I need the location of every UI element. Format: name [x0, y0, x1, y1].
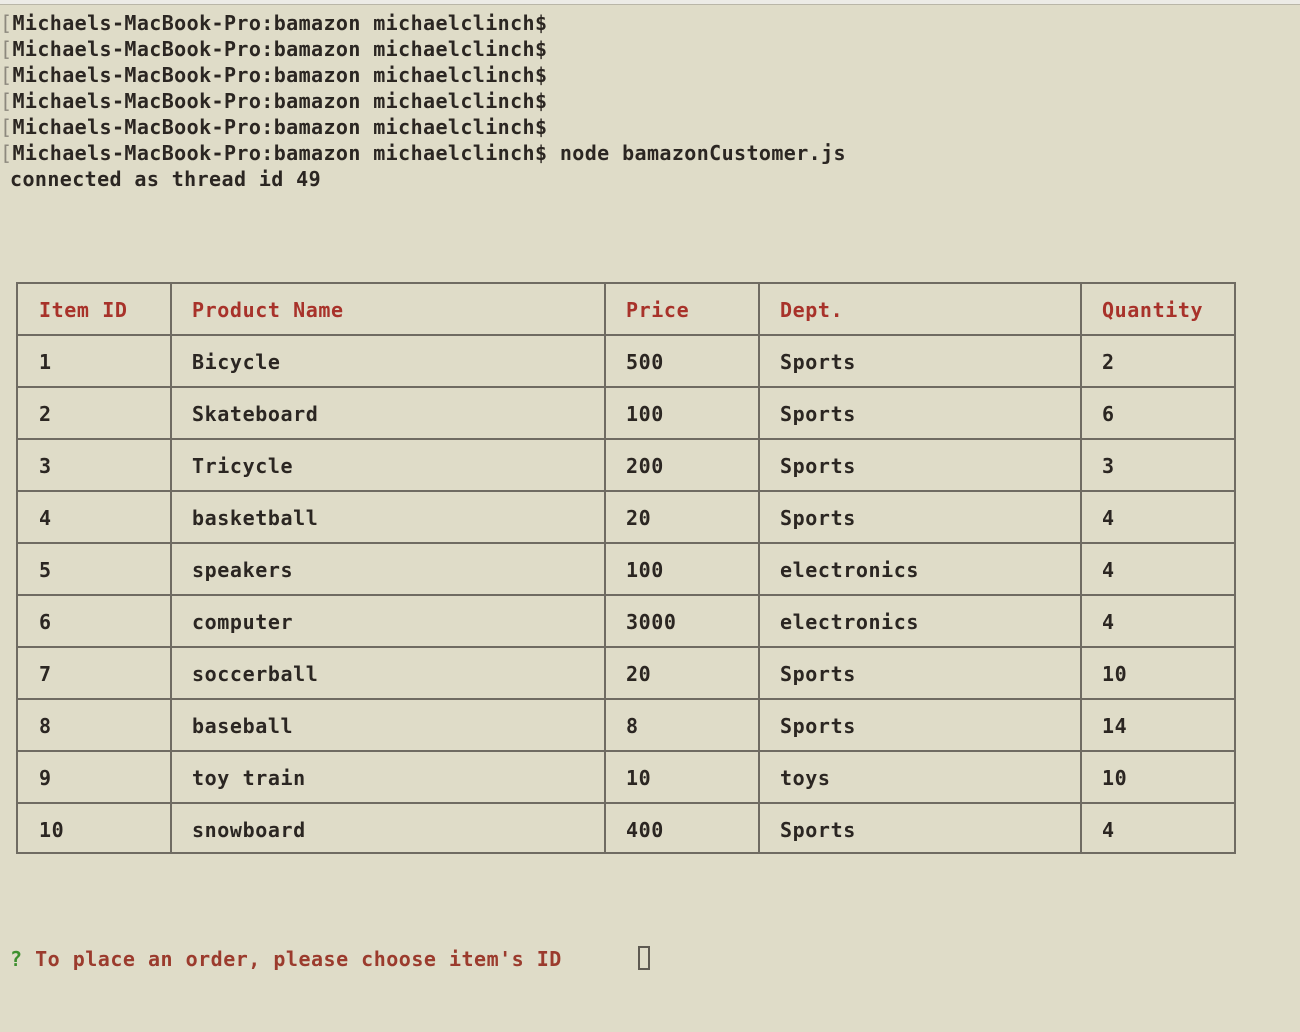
- header-price: Price: [626, 298, 690, 322]
- shell-prompt-text: Michaels-MacBook-Pro:bamazon michaelclin…: [12, 115, 548, 139]
- bracket-glyph: [: [0, 63, 13, 87]
- header-quantity: Quantity: [1102, 298, 1204, 322]
- cell-item-id: 9: [39, 766, 52, 790]
- cell-quantity: 4: [1102, 610, 1115, 634]
- header-product-name: Product Name: [192, 298, 344, 322]
- cell-dept: Sports: [780, 506, 856, 530]
- shell-prompt-text: Michaels-MacBook-Pro:bamazon michaelclin…: [12, 89, 548, 113]
- header-item-id: Item ID: [39, 298, 128, 322]
- table-header-row: Item ID Product Name Price Dept. Quantit…: [18, 284, 1234, 336]
- terminal-output: [Michaels-MacBook-Pro:bamazon michaelcli…: [0, 0, 1300, 1032]
- table-row: 2 Skateboard 100 Sports 6: [18, 388, 1234, 440]
- shell-prompt-line: [Michaels-MacBook-Pro:bamazon michaelcli…: [0, 62, 547, 88]
- cell-price: 10: [626, 766, 652, 790]
- cell-item-id: 7: [39, 662, 52, 686]
- table-row: 6 computer 3000 electronics 4: [18, 596, 1234, 648]
- cell-price: 200: [626, 454, 664, 478]
- cell-item-id: 2: [39, 402, 52, 426]
- shell-command-line: [Michaels-MacBook-Pro:bamazon michaelcli…: [0, 140, 846, 166]
- cell-dept: Sports: [780, 818, 856, 842]
- product-table: Item ID Product Name Price Dept. Quantit…: [16, 282, 1236, 854]
- shell-prompt-line: [Michaels-MacBook-Pro:bamazon michaelcli…: [0, 88, 547, 114]
- bracket-glyph: [: [0, 115, 13, 139]
- cell-quantity: 3: [1102, 454, 1115, 478]
- bracket-glyph: [: [0, 37, 13, 61]
- cell-price: 3000: [626, 610, 677, 634]
- column-separator: [1080, 284, 1082, 852]
- cell-quantity: 10: [1102, 766, 1128, 790]
- cell-quantity: 4: [1102, 818, 1115, 842]
- shell-prompt-line: [Michaels-MacBook-Pro:bamazon michaelcli…: [0, 10, 547, 36]
- table-row: 8 baseball 8 Sports 14: [18, 700, 1234, 752]
- column-separator: [758, 284, 760, 852]
- text-cursor[interactable]: [638, 946, 650, 970]
- cell-product-name: speakers: [192, 558, 294, 582]
- cell-item-id: 6: [39, 610, 52, 634]
- cell-item-id: 10: [39, 818, 65, 842]
- header-dept: Dept.: [780, 298, 844, 322]
- shell-prompt-text: Michaels-MacBook-Pro:bamazon michaelclin…: [12, 11, 548, 35]
- cell-dept: Sports: [780, 454, 856, 478]
- bracket-glyph: [: [0, 89, 13, 113]
- cell-price: 400: [626, 818, 664, 842]
- cell-price: 20: [626, 662, 652, 686]
- table-row: 9 toy train 10 toys 10: [18, 752, 1234, 804]
- cell-quantity: 6: [1102, 402, 1115, 426]
- bracket-glyph: [: [0, 141, 13, 165]
- cell-product-name: Bicycle: [192, 350, 281, 374]
- table-row: 5 speakers 100 electronics 4: [18, 544, 1234, 596]
- cell-product-name: snowboard: [192, 818, 306, 842]
- cell-dept: Sports: [780, 662, 856, 686]
- column-separator: [170, 284, 172, 852]
- bracket-glyph: [: [0, 11, 13, 35]
- cell-item-id: 1: [39, 350, 52, 374]
- cell-quantity: 4: [1102, 506, 1115, 530]
- cell-item-id: 8: [39, 714, 52, 738]
- cell-product-name: baseball: [192, 714, 294, 738]
- question-marker: ?: [10, 947, 23, 971]
- shell-prompt-line: [Michaels-MacBook-Pro:bamazon michaelcli…: [0, 114, 547, 140]
- cell-quantity: 14: [1102, 714, 1128, 738]
- cell-product-name: computer: [192, 610, 294, 634]
- column-separator: [604, 284, 606, 852]
- cell-product-name: soccerball: [192, 662, 319, 686]
- table-row: 1 Bicycle 500 Sports 2: [18, 336, 1234, 388]
- cell-dept: electronics: [780, 610, 920, 634]
- cell-dept: toys: [780, 766, 831, 790]
- shell-prompt-text: Michaels-MacBook-Pro:bamazon michaelclin…: [12, 63, 548, 87]
- shell-prompt-text: Michaels-MacBook-Pro:bamazon michaelclin…: [12, 37, 548, 61]
- cell-item-id: 4: [39, 506, 52, 530]
- table-row: 10 snowboard 400 Sports 4: [18, 804, 1234, 856]
- table-row: 4 basketball 20 Sports 4: [18, 492, 1234, 544]
- order-prompt: ? To place an order, please choose item'…: [10, 946, 562, 972]
- cell-dept: Sports: [780, 402, 856, 426]
- shell-prompt-line: [Michaels-MacBook-Pro:bamazon michaelcli…: [0, 36, 547, 62]
- cell-item-id: 3: [39, 454, 52, 478]
- table-row: 3 Tricycle 200 Sports 3: [18, 440, 1234, 492]
- cell-item-id: 5: [39, 558, 52, 582]
- connection-message: connected as thread id 49: [10, 167, 322, 191]
- cell-price: 20: [626, 506, 652, 530]
- cell-price: 500: [626, 350, 664, 374]
- cell-product-name: basketball: [192, 506, 319, 530]
- cell-product-name: Skateboard: [192, 402, 319, 426]
- cell-quantity: 10: [1102, 662, 1128, 686]
- cell-price: 8: [626, 714, 639, 738]
- cell-price: 100: [626, 558, 664, 582]
- table-row: 7 soccerball 20 Sports 10: [18, 648, 1234, 700]
- shell-command-text: Michaels-MacBook-Pro:bamazon michaelclin…: [12, 141, 847, 165]
- cell-product-name: Tricycle: [192, 454, 294, 478]
- cell-quantity: 4: [1102, 558, 1115, 582]
- cell-price: 100: [626, 402, 664, 426]
- cell-product-name: toy train: [192, 766, 306, 790]
- cell-dept: electronics: [780, 558, 920, 582]
- cell-dept: Sports: [780, 350, 856, 374]
- order-prompt-question: To place an order, please choose item's …: [35, 947, 562, 971]
- cell-quantity: 2: [1102, 350, 1115, 374]
- cell-dept: Sports: [780, 714, 856, 738]
